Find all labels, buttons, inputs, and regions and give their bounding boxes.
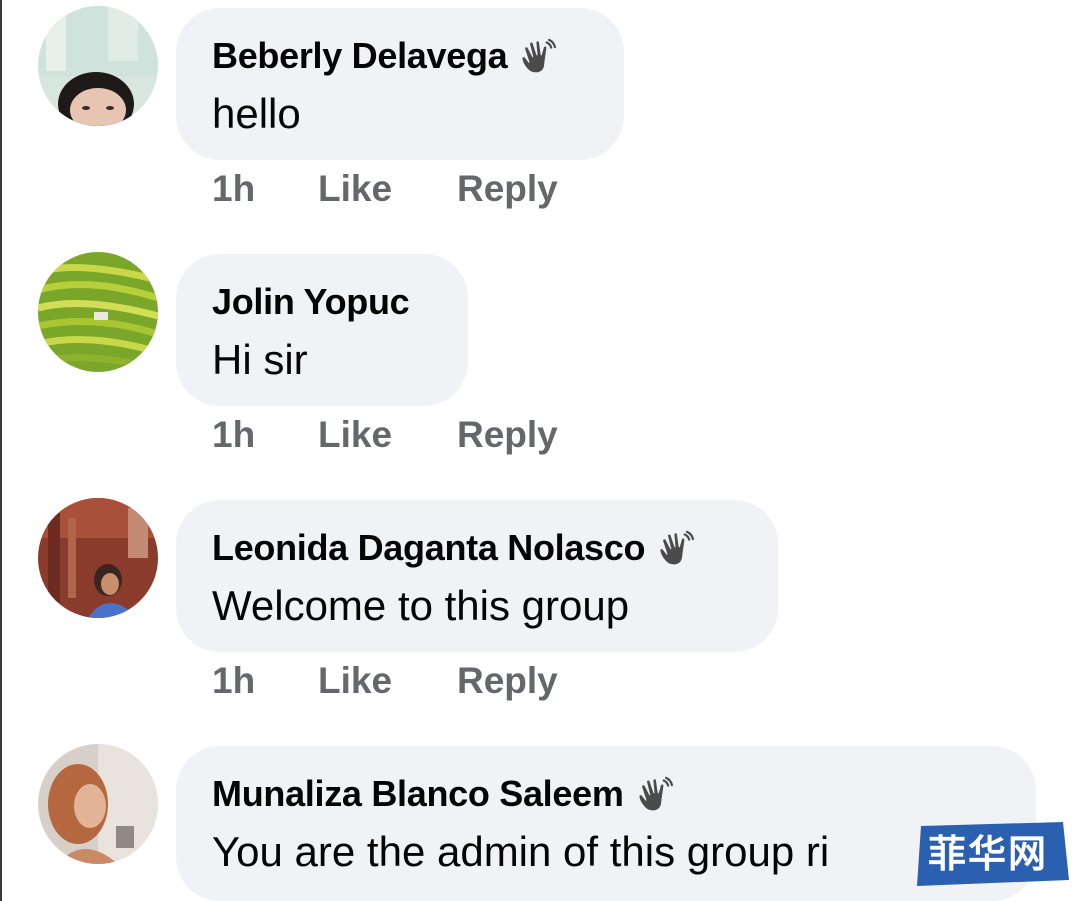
comment-bubble: Munaliza Blanco Saleem You are the admin… <box>176 746 1036 901</box>
comment-timestamp[interactable]: 1h <box>212 414 318 456</box>
comment-bubble: Beberly Delavega hello <box>176 8 624 160</box>
reply-button[interactable]: Reply <box>457 414 558 456</box>
comment-author[interactable]: Munaliza Blanco Saleem <box>212 773 624 815</box>
watermark-text: 菲华网 <box>927 832 1048 876</box>
wave-icon <box>660 530 695 565</box>
avatar[interactable] <box>38 498 158 618</box>
reply-button[interactable]: Reply <box>457 168 558 210</box>
comment-timestamp[interactable]: 1h <box>212 660 318 702</box>
comment-author[interactable]: Jolin Yopuc <box>212 281 410 323</box>
avatar[interactable] <box>38 6 158 126</box>
like-button[interactable]: Like <box>318 168 457 210</box>
comment-actions: 1h Like Reply <box>212 660 558 702</box>
avatar-image <box>38 252 158 372</box>
comment-bubble: Jolin Yopuc Hi sir <box>176 254 468 406</box>
comment-text: Welcome to this group <box>212 582 630 629</box>
left-border <box>0 0 2 901</box>
comment-author[interactable]: Beberly Delavega <box>212 35 508 77</box>
avatar-image <box>38 744 158 864</box>
avatar-image <box>38 498 158 618</box>
comment-bubble: Leonida Daganta Nolasco Welcome to this … <box>176 500 778 652</box>
comment-timestamp[interactable]: 1h <box>212 168 318 210</box>
avatar-image <box>38 6 158 126</box>
like-button[interactable]: Like <box>318 414 457 456</box>
comment-text: Hi sir <box>212 336 308 383</box>
like-button[interactable]: Like <box>318 660 457 702</box>
comment-author[interactable]: Leonida Daganta Nolasco <box>212 527 645 569</box>
wave-icon <box>522 38 557 73</box>
avatar[interactable] <box>38 744 158 864</box>
comment-text: You are the admin of this group ri <box>212 828 830 875</box>
reply-button[interactable]: Reply <box>457 660 558 702</box>
wave-icon <box>638 776 673 811</box>
avatar[interactable] <box>38 252 158 372</box>
comment-text: hello <box>212 90 301 137</box>
comment-actions: 1h Like Reply <box>212 414 558 456</box>
comment-actions: 1h Like Reply <box>212 168 558 210</box>
